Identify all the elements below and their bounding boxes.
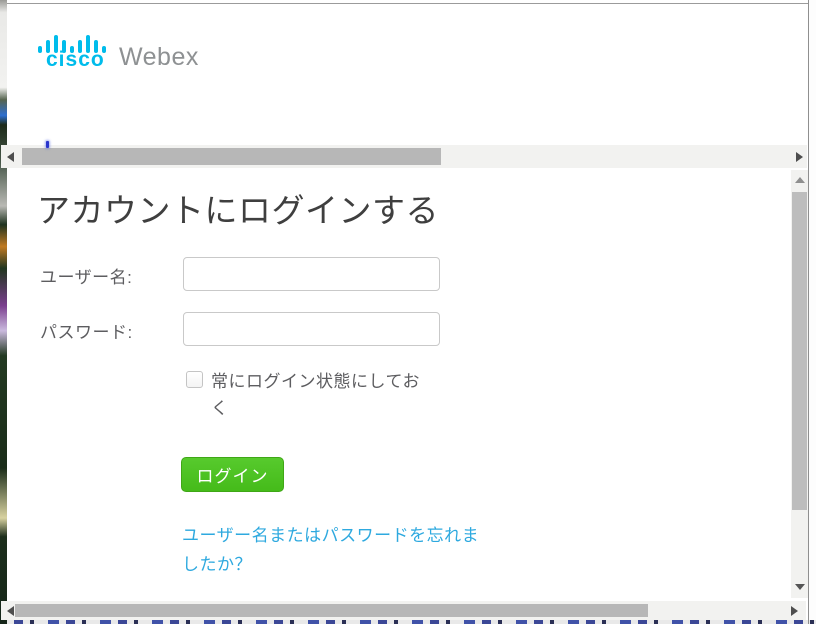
forgot-credentials-link[interactable]: ユーザー名またはパスワードを忘れましたか？ [182, 521, 488, 579]
horizontal-scrollbar-top-thumb[interactable] [22, 148, 441, 165]
cisco-webex-logo: cisco Webex [38, 33, 298, 78]
background-page-right-sliver [809, 0, 816, 624]
horizontal-scrollbar-top[interactable] [1, 145, 807, 168]
window-top-border [7, 3, 808, 4]
horizontal-scrollbar-bottom[interactable] [1, 601, 806, 620]
scroll-down-arrow-icon[interactable] [795, 584, 805, 590]
horizontal-scrollbar-bottom-thumb[interactable] [15, 604, 648, 617]
username-input[interactable] [183, 257, 440, 291]
remember-me-label[interactable]: 常にログイン状態にしておく [211, 368, 435, 422]
password-label: パスワード: [40, 318, 133, 343]
password-input[interactable] [183, 312, 440, 346]
text-caret-artifact [46, 141, 49, 148]
webex-wordmark: Webex [119, 43, 199, 72]
remember-me-checkbox[interactable] [186, 371, 203, 388]
login-button[interactable]: ログイン [181, 457, 284, 492]
vertical-scrollbar-thumb[interactable] [792, 192, 807, 510]
scroll-right-arrow-icon[interactable] [796, 152, 803, 162]
scroll-left-arrow-icon[interactable] [7, 152, 14, 162]
vertical-scrollbar[interactable] [791, 170, 808, 598]
background-page-bottom-sliver [7, 620, 816, 624]
scroll-up-arrow-icon[interactable] [795, 177, 805, 183]
window-right-border [808, 0, 809, 624]
webex-login-window: cisco Webex アカウントにログインする ユーザー名: パスワード: 常… [0, 0, 816, 624]
scroll-left-arrow-icon[interactable] [7, 606, 14, 616]
page-title: アカウントにログインする [37, 184, 439, 232]
scroll-right-arrow-icon[interactable] [791, 606, 798, 616]
cisco-wordmark: cisco [46, 48, 105, 72]
background-page-left-sliver [0, 0, 7, 624]
username-label: ユーザー名: [40, 263, 132, 288]
